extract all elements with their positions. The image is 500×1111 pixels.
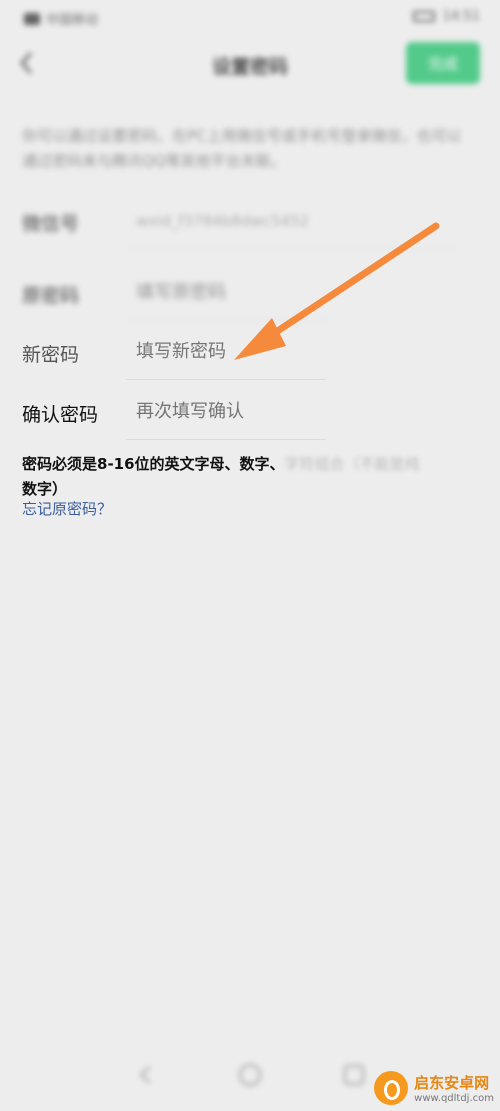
arrow-annotation-icon	[234, 222, 440, 360]
done-button[interactable]: 完成	[406, 42, 480, 84]
account-label: 微信号	[22, 213, 80, 235]
nav-recents-icon[interactable]	[340, 1061, 368, 1089]
password-rule-text: 密码必须是8-16位的英文字母、数字、字符组合（不能是纯 数字）	[22, 452, 482, 502]
carrier-text: 中国移动	[46, 13, 99, 28]
nav-home-icon[interactable]	[236, 1061, 264, 1089]
watermark-logo-icon	[374, 1071, 409, 1105]
watermark-url: www.qdltdj.com	[414, 1093, 494, 1104]
watermark: 启东安卓网 www.qdltdj.com	[374, 1071, 494, 1105]
rule-main-text: 密码必须是8-16位的英文字母、数字、	[22, 455, 285, 473]
signal-icon	[24, 12, 40, 25]
watermark-name: 启东安卓网	[414, 1074, 490, 1092]
new-password-label: 新密码	[22, 344, 80, 366]
clock-text: 14:51	[442, 9, 480, 24]
description-text: 你可以通过设置密码，在PC上用微信号或手机号登录微信，也可以通过密码来与腾讯QQ…	[22, 127, 462, 170]
watermark-text: 启东安卓网 www.qdltdj.com	[414, 1072, 494, 1104]
status-left: 中国移动	[24, 9, 98, 28]
confirm-password-input[interactable]	[126, 384, 326, 440]
confirm-password-label: 确认密码	[22, 404, 99, 426]
status-right: 14:51	[412, 9, 480, 24]
forgot-password-link[interactable]: 忘记原密码？	[22, 498, 112, 519]
confirm-password-row: 确认密码	[0, 384, 500, 440]
nav-back-icon[interactable]	[132, 1061, 160, 1089]
status-bar: 中国移动 14:51	[0, 0, 500, 34]
battery-icon	[412, 11, 435, 22]
old-password-label: 原密码	[22, 285, 80, 307]
rule-line2-text: 数字）	[22, 480, 68, 498]
rule-faded-text: 字符组合（不能是纯	[284, 455, 420, 473]
nav-bar: 设置密码 完成	[0, 34, 500, 94]
